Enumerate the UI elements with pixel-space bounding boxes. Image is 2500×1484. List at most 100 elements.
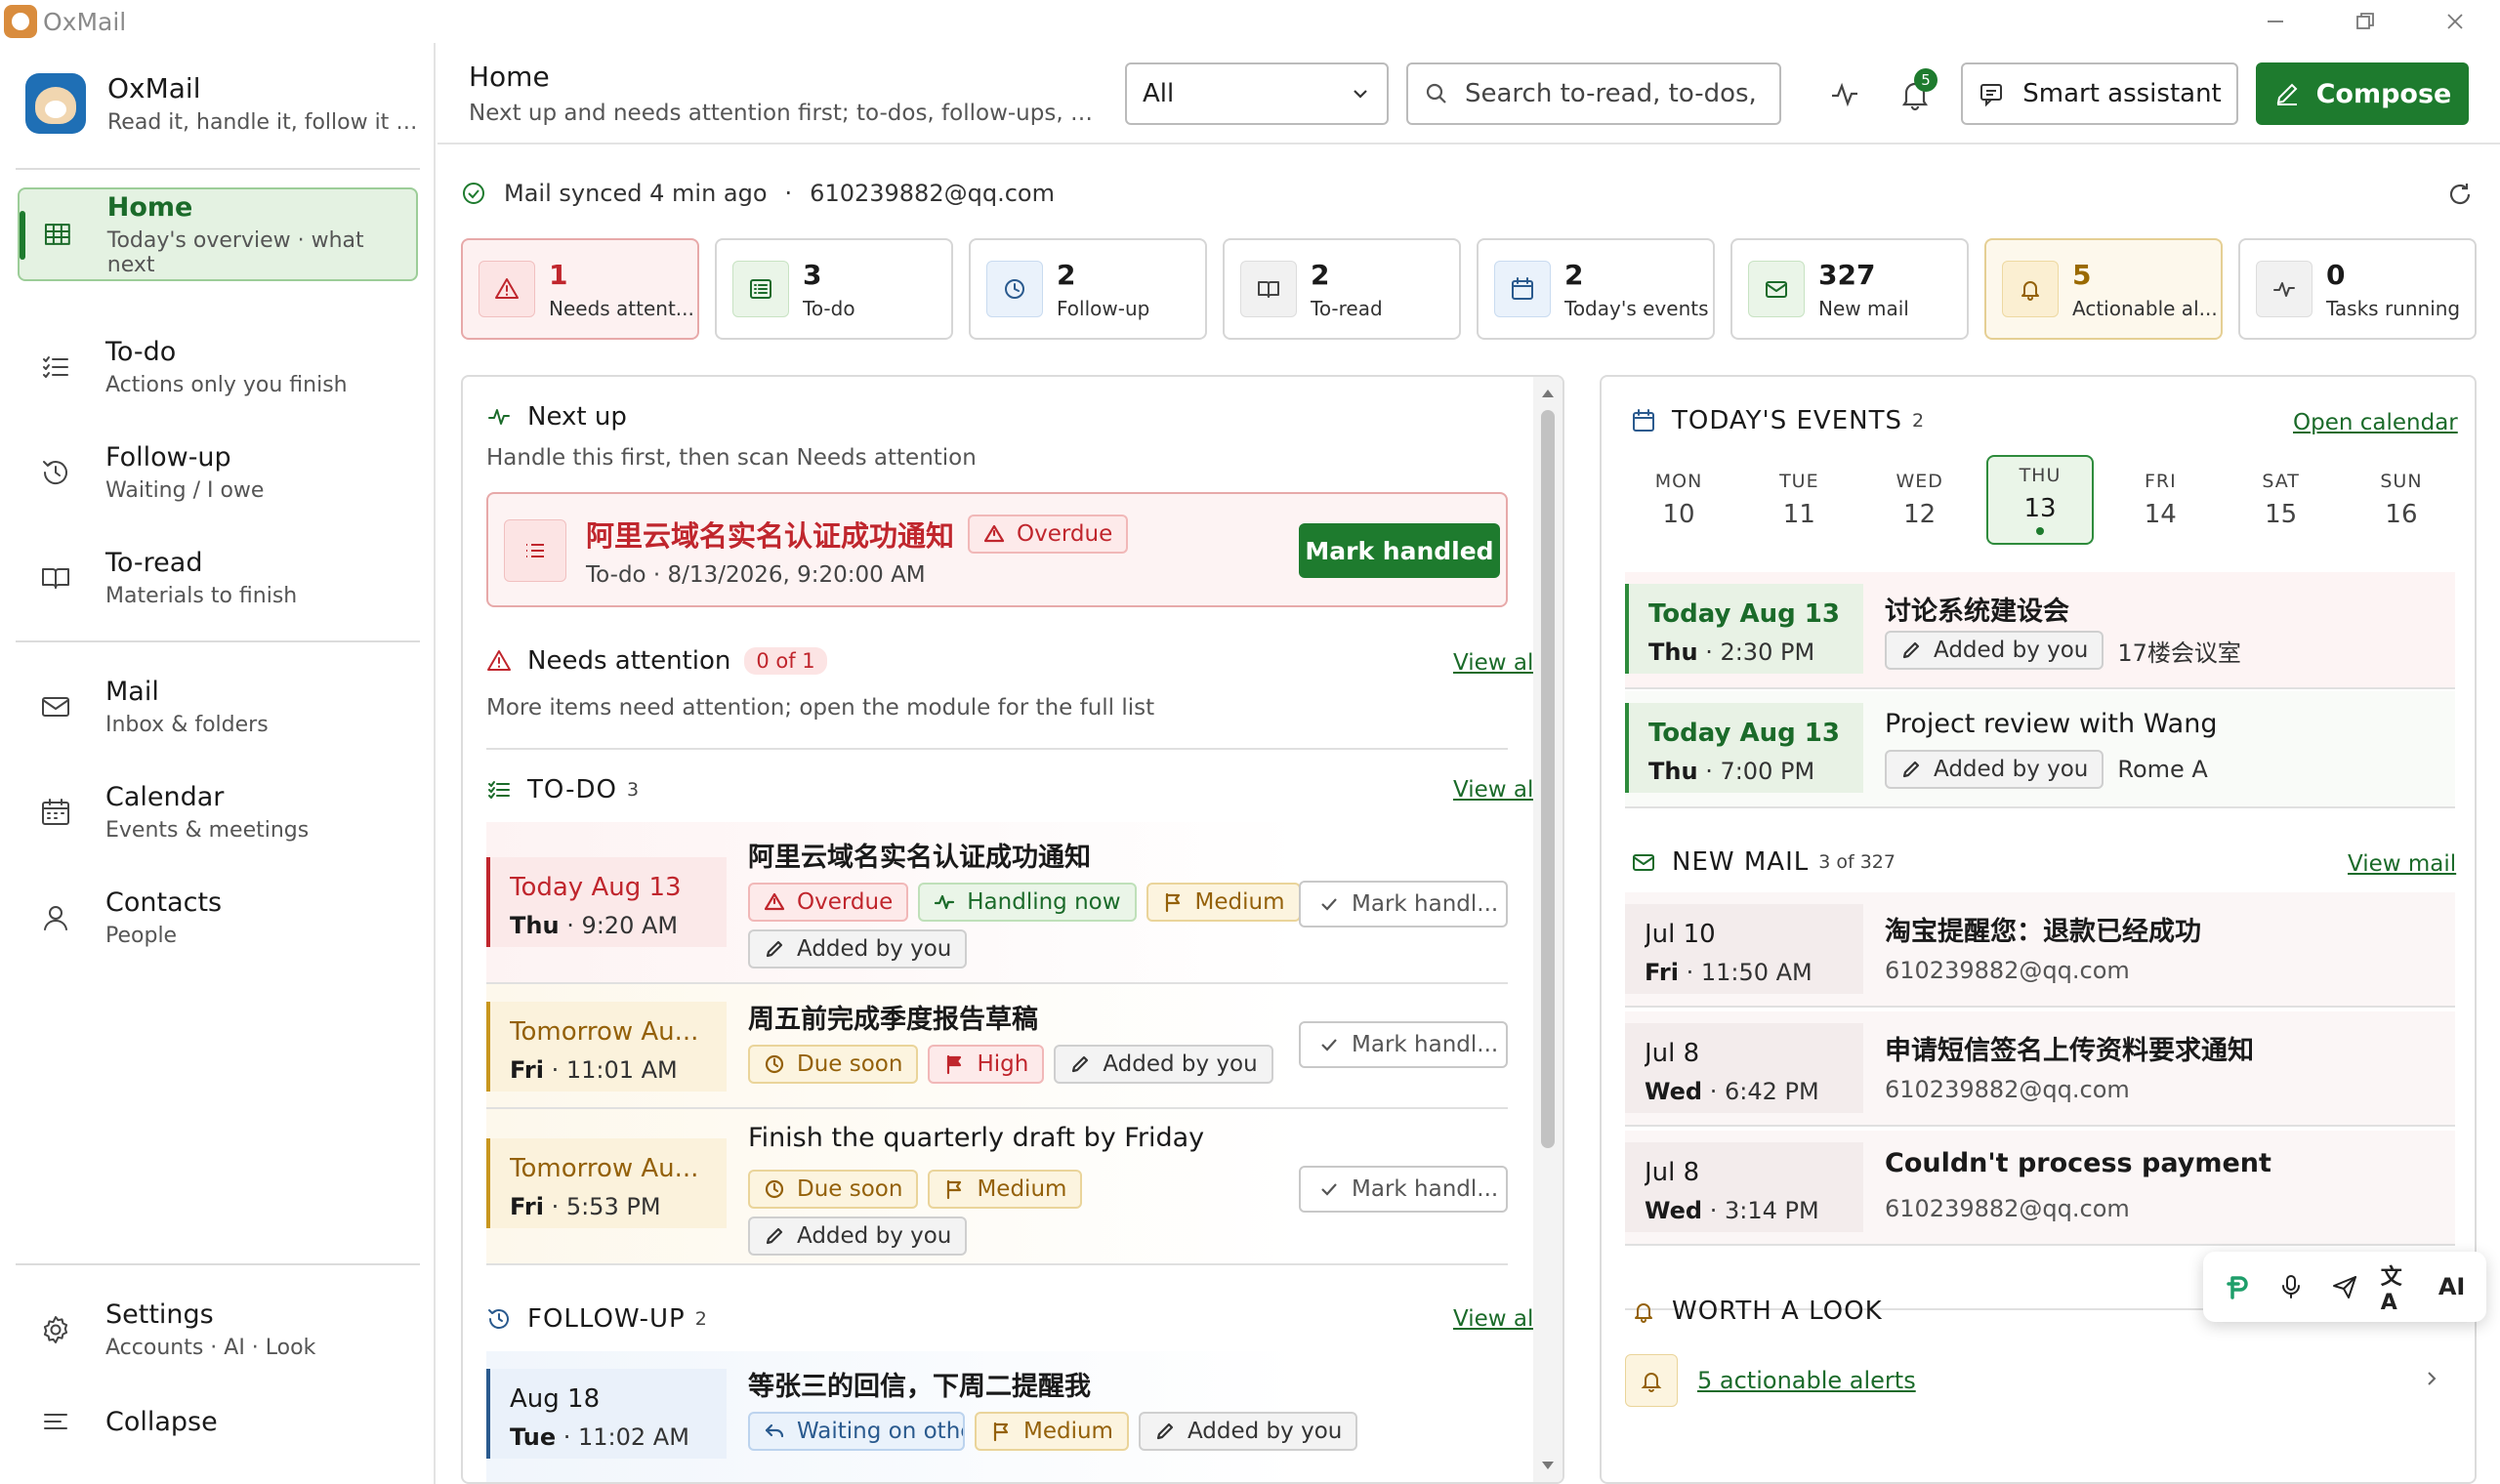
- notifications-button[interactable]: 5: [1895, 68, 1938, 115]
- todo-item[interactable]: Today Aug 13 Thu · 9:20 AM 阿里云域名实名认证成功通知 …: [486, 822, 1508, 984]
- sidebar-item-mail[interactable]: Mail Inbox & folders: [18, 660, 418, 754]
- followup-item-title: 等张三的回信，下周二提醒我: [748, 1372, 1091, 1402]
- scroll-thumb[interactable]: [1541, 410, 1555, 1148]
- stat-needs-attention[interactable]: 1 Needs attent...: [461, 238, 699, 340]
- day-wed[interactable]: WED 12: [1866, 455, 1974, 545]
- sidebar-item-sub: People: [105, 924, 178, 948]
- stat-label: Tasks running: [2326, 296, 2461, 320]
- sync-status: Mail synced 4 min ago · 610239882@qq.com: [461, 180, 1055, 207]
- sidebar-item-label: Contacts: [105, 887, 223, 918]
- stat-tasks-running[interactable]: 0 Tasks running: [2238, 238, 2477, 340]
- sidebar-item-followup[interactable]: Follow-up Waiting / I owe: [18, 426, 418, 519]
- date-weekday: Fri: [510, 1193, 544, 1220]
- pencil-icon: [766, 940, 783, 958]
- stat-number: 3: [803, 258, 822, 291]
- date-time: · 9:20 AM: [566, 912, 679, 939]
- mark-handled-button[interactable]: Mark handled: [1299, 523, 1500, 578]
- divider: [16, 640, 420, 642]
- day-mon[interactable]: MON 10: [1625, 455, 1732, 545]
- sidebar-item-calendar[interactable]: Calendar Events & meetings: [18, 765, 418, 859]
- next-up-card[interactable]: 阿里云域名实名认证成功通知 Overdue To-do · 8/13/2026,…: [486, 492, 1508, 607]
- sidebar-item-label: Mail: [105, 677, 159, 707]
- sidebar-item-settings[interactable]: Settings Accounts · AI · Look: [18, 1283, 418, 1377]
- stat-toread[interactable]: 2 To-read: [1223, 238, 1461, 340]
- stat-actionable-alerts[interactable]: 5 Actionable al...: [1984, 238, 2223, 340]
- filter-select[interactable]: All: [1125, 62, 1389, 125]
- sidebar-item-home[interactable]: Home Today's overview · what next: [18, 187, 418, 281]
- mail-icon: [42, 697, 69, 717]
- event-item[interactable]: Today Aug 13 Thu · 7:00 PM Project review…: [1625, 691, 2455, 808]
- separator-dot: ·: [784, 180, 793, 207]
- open-calendar-link[interactable]: Open calendar: [2293, 410, 2458, 435]
- mail-item[interactable]: Jul 10 Fri · 11:50 AM 淘宝提醒您：退款已经成功 610239…: [1625, 892, 2455, 1008]
- added-by-you-tag: Added by you: [748, 929, 968, 969]
- calendar-icon: [1512, 277, 1533, 300]
- day-sun[interactable]: SUN 16: [2348, 455, 2455, 545]
- sidebar-item-todo[interactable]: To-do Actions only you finish: [18, 320, 418, 414]
- new-mail-header: NEW MAIL 3 of 327: [1631, 847, 1896, 877]
- todo-item[interactable]: Tomorrow Au... Fri · 11:01 AM 周五前完成季度报告草稿…: [486, 984, 1508, 1109]
- stat-todays-events[interactable]: 2 Today's events: [1477, 238, 1715, 340]
- tag-label: Added by you: [1187, 1419, 1343, 1444]
- collapse-button[interactable]: Collapse: [18, 1382, 418, 1461]
- event-location: 17楼会议室: [2117, 639, 2241, 667]
- todo-count: 3: [626, 779, 640, 801]
- restore-icon: [2356, 13, 2374, 29]
- activity-button[interactable]: [1824, 74, 1865, 115]
- activity-icon: [488, 409, 510, 425]
- stat-label: Today's events: [1564, 296, 1709, 320]
- day-tue[interactable]: TUE 11: [1745, 455, 1853, 545]
- search-input[interactable]: Search to-read, to-dos,: [1406, 62, 1781, 125]
- chevron-down-icon: [1354, 90, 1367, 99]
- microphone-button[interactable]: [2273, 1269, 2309, 1304]
- send-button[interactable]: [2327, 1269, 2362, 1304]
- refresh-button[interactable]: [2445, 180, 2475, 209]
- todo-view-all-link[interactable]: View all: [1453, 777, 1540, 803]
- event-item[interactable]: Today Aug 13 Thu · 2:30 PM 讨论系统建设会 Added …: [1625, 572, 2455, 689]
- actionable-alerts-row[interactable]: 5 actionable alerts: [1625, 1343, 2455, 1418]
- restore-button[interactable]: [2320, 0, 2410, 43]
- history-icon: [43, 461, 67, 484]
- mail-item[interactable]: Jul 8 Wed · 3:14 PM Couldn't process paym…: [1625, 1131, 2455, 1246]
- followup-date: Aug 18 Tue · 11:02 AM: [486, 1369, 727, 1459]
- view-mail-link[interactable]: View mail: [2348, 851, 2456, 877]
- sidebar-item-contacts[interactable]: Contacts People: [18, 871, 418, 965]
- compose-button[interactable]: Compose: [2256, 62, 2469, 125]
- mark-handled-button[interactable]: Mark handl...: [1299, 1021, 1508, 1068]
- mark-handled-button[interactable]: Mark handl...: [1299, 881, 1508, 928]
- followup-view-all-link[interactable]: View all: [1453, 1306, 1540, 1332]
- smart-assistant-button[interactable]: Smart assistant: [1961, 62, 2238, 125]
- activity-icon: [2273, 282, 2295, 297]
- p-logo-button[interactable]: [2220, 1269, 2255, 1304]
- day-thu-today[interactable]: THU 13: [1985, 455, 2094, 545]
- left-panel-scrollbar[interactable]: [1533, 377, 1562, 1482]
- stat-new-mail[interactable]: 327 New mail: [1730, 238, 1969, 340]
- ai-text-button[interactable]: AI: [2435, 1269, 2470, 1304]
- date-line: Aug 18: [510, 1384, 601, 1414]
- stat-label: Follow-up: [1057, 296, 1150, 320]
- day-fri[interactable]: FRI 14: [2106, 455, 2214, 545]
- sidebar-item-toread[interactable]: To-read Materials to finish: [18, 531, 418, 625]
- button-label: Mark handl...: [1352, 891, 1499, 917]
- day-number: 10: [1662, 500, 1695, 529]
- mail-item[interactable]: Jul 8 Wed · 6:42 PM 申请短信签名上传资料要求通知 610239…: [1625, 1011, 2455, 1127]
- stat-todo[interactable]: 3 To-do: [715, 238, 953, 340]
- stat-followup[interactable]: 2 Follow-up: [969, 238, 1207, 340]
- todo-item[interactable]: Tomorrow Au... Fri · 5:53 PM Finish the q…: [486, 1109, 1508, 1265]
- date-line: Today Aug 13: [510, 873, 682, 902]
- needs-attention-view-all-link[interactable]: View all: [1453, 650, 1540, 676]
- chevron-right-icon: [2428, 1372, 2437, 1385]
- collapse-icon: [44, 1414, 67, 1429]
- warning-icon: [495, 278, 519, 299]
- day-sat[interactable]: SAT 15: [2228, 455, 2335, 545]
- worth-a-look-title: WORTH A LOOK: [1672, 1297, 1883, 1326]
- pencil-icon: [1072, 1055, 1089, 1073]
- close-button[interactable]: [2410, 0, 2500, 43]
- brand: OxMail Read it, handle it, follow it t..…: [25, 72, 420, 135]
- minimize-button[interactable]: [2230, 0, 2320, 43]
- actionable-alerts-link[interactable]: 5 actionable alerts: [1697, 1367, 1916, 1394]
- new-mail-title: NEW MAIL: [1672, 847, 1810, 877]
- followup-item[interactable]: Aug 18 Tue · 11:02 AM 等张三的回信，下周二提醒我 Waiti…: [486, 1351, 1508, 1482]
- translate-button[interactable]: 文A: [2381, 1265, 2416, 1315]
- mark-handled-button[interactable]: Mark handl...: [1299, 1166, 1508, 1213]
